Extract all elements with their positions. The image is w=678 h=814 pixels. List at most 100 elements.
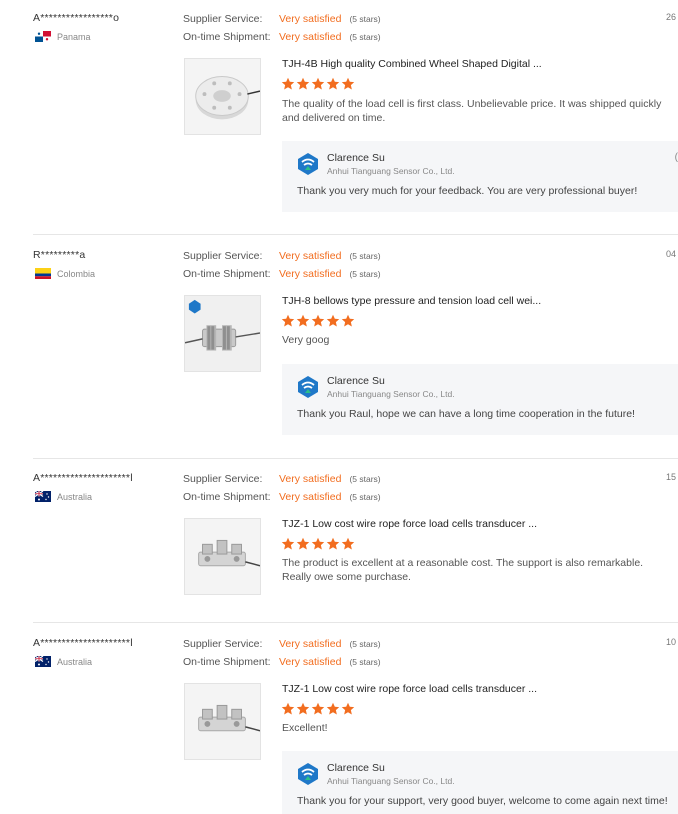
country-name: Australia: [57, 656, 93, 667]
country-name: Colombia: [57, 268, 96, 279]
product-thumbnail[interactable]: [184, 683, 261, 760]
supplier-service-rating: Supplier Service: Very satisfied (5 star…: [183, 250, 381, 262]
reply-text: Thank you very much for your feedback. Y…: [297, 185, 638, 197]
metric-stars: (5 stars): [349, 251, 381, 261]
star-icon: [281, 314, 295, 328]
panama-flag-icon: [35, 31, 51, 42]
review-text: Excellent!: [282, 722, 328, 734]
review-divider: [33, 458, 678, 459]
metric-label: On-time Shipment:: [183, 491, 271, 503]
supplier-reply: Clarence Su Anhui Tianguang Sensor Co., …: [282, 141, 678, 212]
star-icon: [311, 702, 325, 716]
australia-flag-icon: [35, 656, 51, 667]
star-icon: [341, 702, 355, 716]
star-icon: [311, 77, 325, 91]
supplier-service-rating: Supplier Service: Very satisfied (5 star…: [183, 638, 381, 650]
review-divider: [33, 622, 678, 623]
supplier-service-rating: Supplier Service: Very satisfied (5 star…: [183, 473, 381, 485]
review-text: The quality of the load cell is first cl…: [282, 98, 662, 124]
metric-stars: (5 stars): [349, 474, 381, 484]
buyer-country: Australia: [35, 491, 92, 502]
buyer-name: A*********************l: [33, 637, 133, 649]
reply-author: Clarence Su: [327, 152, 385, 164]
product-thumbnail[interactable]: [184, 518, 261, 595]
star-icon: [296, 314, 310, 328]
product-thumbnail[interactable]: [184, 295, 261, 372]
star-icon: [311, 314, 325, 328]
reply-text: Thank you for your support, very good bu…: [297, 795, 668, 807]
product-title[interactable]: TJH-8 bellows type pressure and tension …: [282, 295, 541, 307]
metric-value: Very satisfied: [279, 638, 342, 650]
reply-author: Clarence Su: [327, 762, 385, 774]
supplier-service-rating: Supplier Service: Very satisfied (5 star…: [183, 13, 381, 25]
star-icon: [341, 77, 355, 91]
star-icon: [281, 702, 295, 716]
metric-label: Supplier Service:: [183, 473, 263, 485]
review-item: A*********************l Australia Suppli…: [0, 625, 678, 814]
star-icon: [296, 537, 310, 551]
metric-stars: (5 stars): [349, 32, 381, 42]
metric-value: Very satisfied: [279, 473, 342, 485]
metric-stars: (5 stars): [349, 14, 381, 24]
metric-value: Very satisfied: [279, 250, 342, 262]
country-name: Panama: [57, 31, 91, 42]
product-title[interactable]: TJH-4B High quality Combined Wheel Shape…: [282, 58, 542, 70]
buyer-name: A*********************l: [33, 472, 133, 484]
ontime-shipment-rating: On-time Shipment: Very satisfied (5 star…: [183, 31, 381, 43]
review-date: 04: [665, 249, 676, 259]
ontime-shipment-rating: On-time Shipment: Very satisfied (5 star…: [183, 491, 381, 503]
review-text: Very goog: [282, 334, 330, 346]
review-date: 26: [665, 12, 676, 22]
review-divider: [33, 234, 678, 235]
metric-label: Supplier Service:: [183, 638, 263, 650]
product-title[interactable]: TJZ-1 Low cost wire rope force load cell…: [282, 683, 537, 695]
buyer-name: A*****************o: [33, 12, 120, 24]
star-icon: [341, 314, 355, 328]
buyer-country: Colombia: [35, 268, 95, 279]
ontime-shipment-rating: On-time Shipment: Very satisfied (5 star…: [183, 656, 381, 668]
metric-label: On-time Shipment:: [183, 268, 271, 280]
metric-stars: (5 stars): [349, 657, 381, 667]
product-title[interactable]: TJZ-1 Low cost wire rope force load cell…: [282, 518, 537, 530]
metric-label: Supplier Service:: [183, 250, 263, 262]
review-item: A*********************l Australia Suppli…: [0, 460, 678, 622]
star-icon: [296, 77, 310, 91]
metric-stars: (5 stars): [349, 492, 381, 502]
review-date: 10: [665, 637, 676, 647]
reply-company: Anhui Tianguang Sensor Co., Ltd.: [327, 166, 455, 176]
supplier-logo-icon: [296, 762, 320, 786]
review-text: The product is excellent at a reasonable…: [282, 557, 644, 583]
buyer-name: R*********a: [33, 249, 86, 261]
star-icon: [281, 77, 295, 91]
australia-flag-icon: [35, 491, 51, 502]
product-thumbnail[interactable]: [184, 58, 261, 135]
star-icon: [326, 314, 340, 328]
buyer-country: Australia: [35, 656, 92, 667]
review-item: R*********a Colombia Supplier Service: V…: [0, 237, 678, 459]
supplier-reply: Clarence Su Anhui Tianguang Sensor Co., …: [282, 364, 678, 435]
review-item: A*****************o Panama Supplier Serv…: [0, 0, 678, 235]
metric-label: Supplier Service:: [183, 13, 263, 25]
review-date: 15: [665, 472, 676, 482]
reply-company: Anhui Tianguang Sensor Co., Ltd.: [327, 776, 455, 786]
metric-label: On-time Shipment:: [183, 31, 271, 43]
reply-date-fragment: (: [674, 152, 678, 163]
metric-value: Very satisfied: [279, 13, 342, 25]
star-icon: [311, 537, 325, 551]
supplier-logo-icon: [296, 152, 320, 176]
star-icon: [326, 702, 340, 716]
rating-stars: [281, 537, 355, 551]
supplier-reply: Clarence Su Anhui Tianguang Sensor Co., …: [282, 751, 678, 814]
star-icon: [281, 537, 295, 551]
metric-stars: (5 stars): [349, 269, 381, 279]
reply-text: Thank you Raul, hope we can have a long …: [297, 408, 635, 420]
reply-company: Anhui Tianguang Sensor Co., Ltd.: [327, 389, 455, 399]
buyer-country: Panama: [35, 31, 91, 42]
star-icon: [296, 702, 310, 716]
metric-value: Very satisfied: [279, 491, 342, 503]
metric-stars: (5 stars): [349, 639, 381, 649]
supplier-logo-icon: [296, 375, 320, 399]
rating-stars: [281, 77, 355, 91]
star-icon: [326, 537, 340, 551]
reply-author: Clarence Su: [327, 375, 385, 387]
